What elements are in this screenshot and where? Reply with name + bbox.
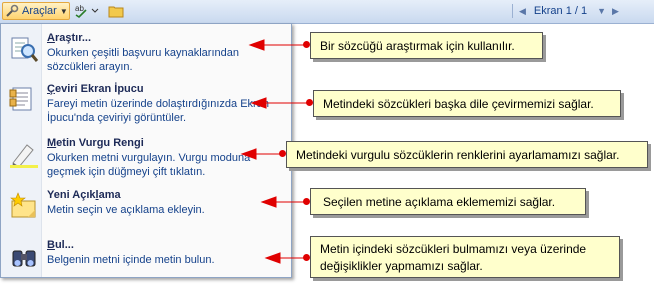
callout-anchor-dot: [303, 254, 310, 261]
callout-text: Metindeki sözcükleri başka dile çevirmem…: [323, 97, 594, 111]
callout-anchor-dot: [303, 41, 310, 48]
callout-text: Metin içindeki sözcükleri bulmamızı veya…: [320, 242, 587, 256]
callout-text: Metindeki vurgulu sözcüklerin renklerini…: [296, 148, 620, 162]
callout-find: Metin içindeki sözcükleri bulmamızı veya…: [310, 236, 620, 278]
callout-anchor-dot: [279, 150, 286, 157]
callout-research: Bir sözcüğü araştırmak için kullanılır.: [310, 32, 543, 59]
callout-text: Bir sözcüğü araştırmak için kullanılır.: [320, 39, 515, 53]
callout-translation: Metindeki sözcükleri başka dile çevirmem…: [313, 90, 621, 117]
callout-highlight: Metindeki vurgulu sözcüklerin renklerini…: [286, 141, 648, 168]
callout-new-comment: Seçilen metine açıklama eklememizi sağla…: [310, 188, 586, 215]
callout-text: değişiklikler yapmamızı sağlar.: [320, 259, 483, 273]
callout-anchor-dot: [303, 198, 310, 205]
callout-anchor-dot: [306, 99, 313, 106]
callout-text: Seçilen metine açıklama eklememizi sağla…: [323, 195, 556, 209]
